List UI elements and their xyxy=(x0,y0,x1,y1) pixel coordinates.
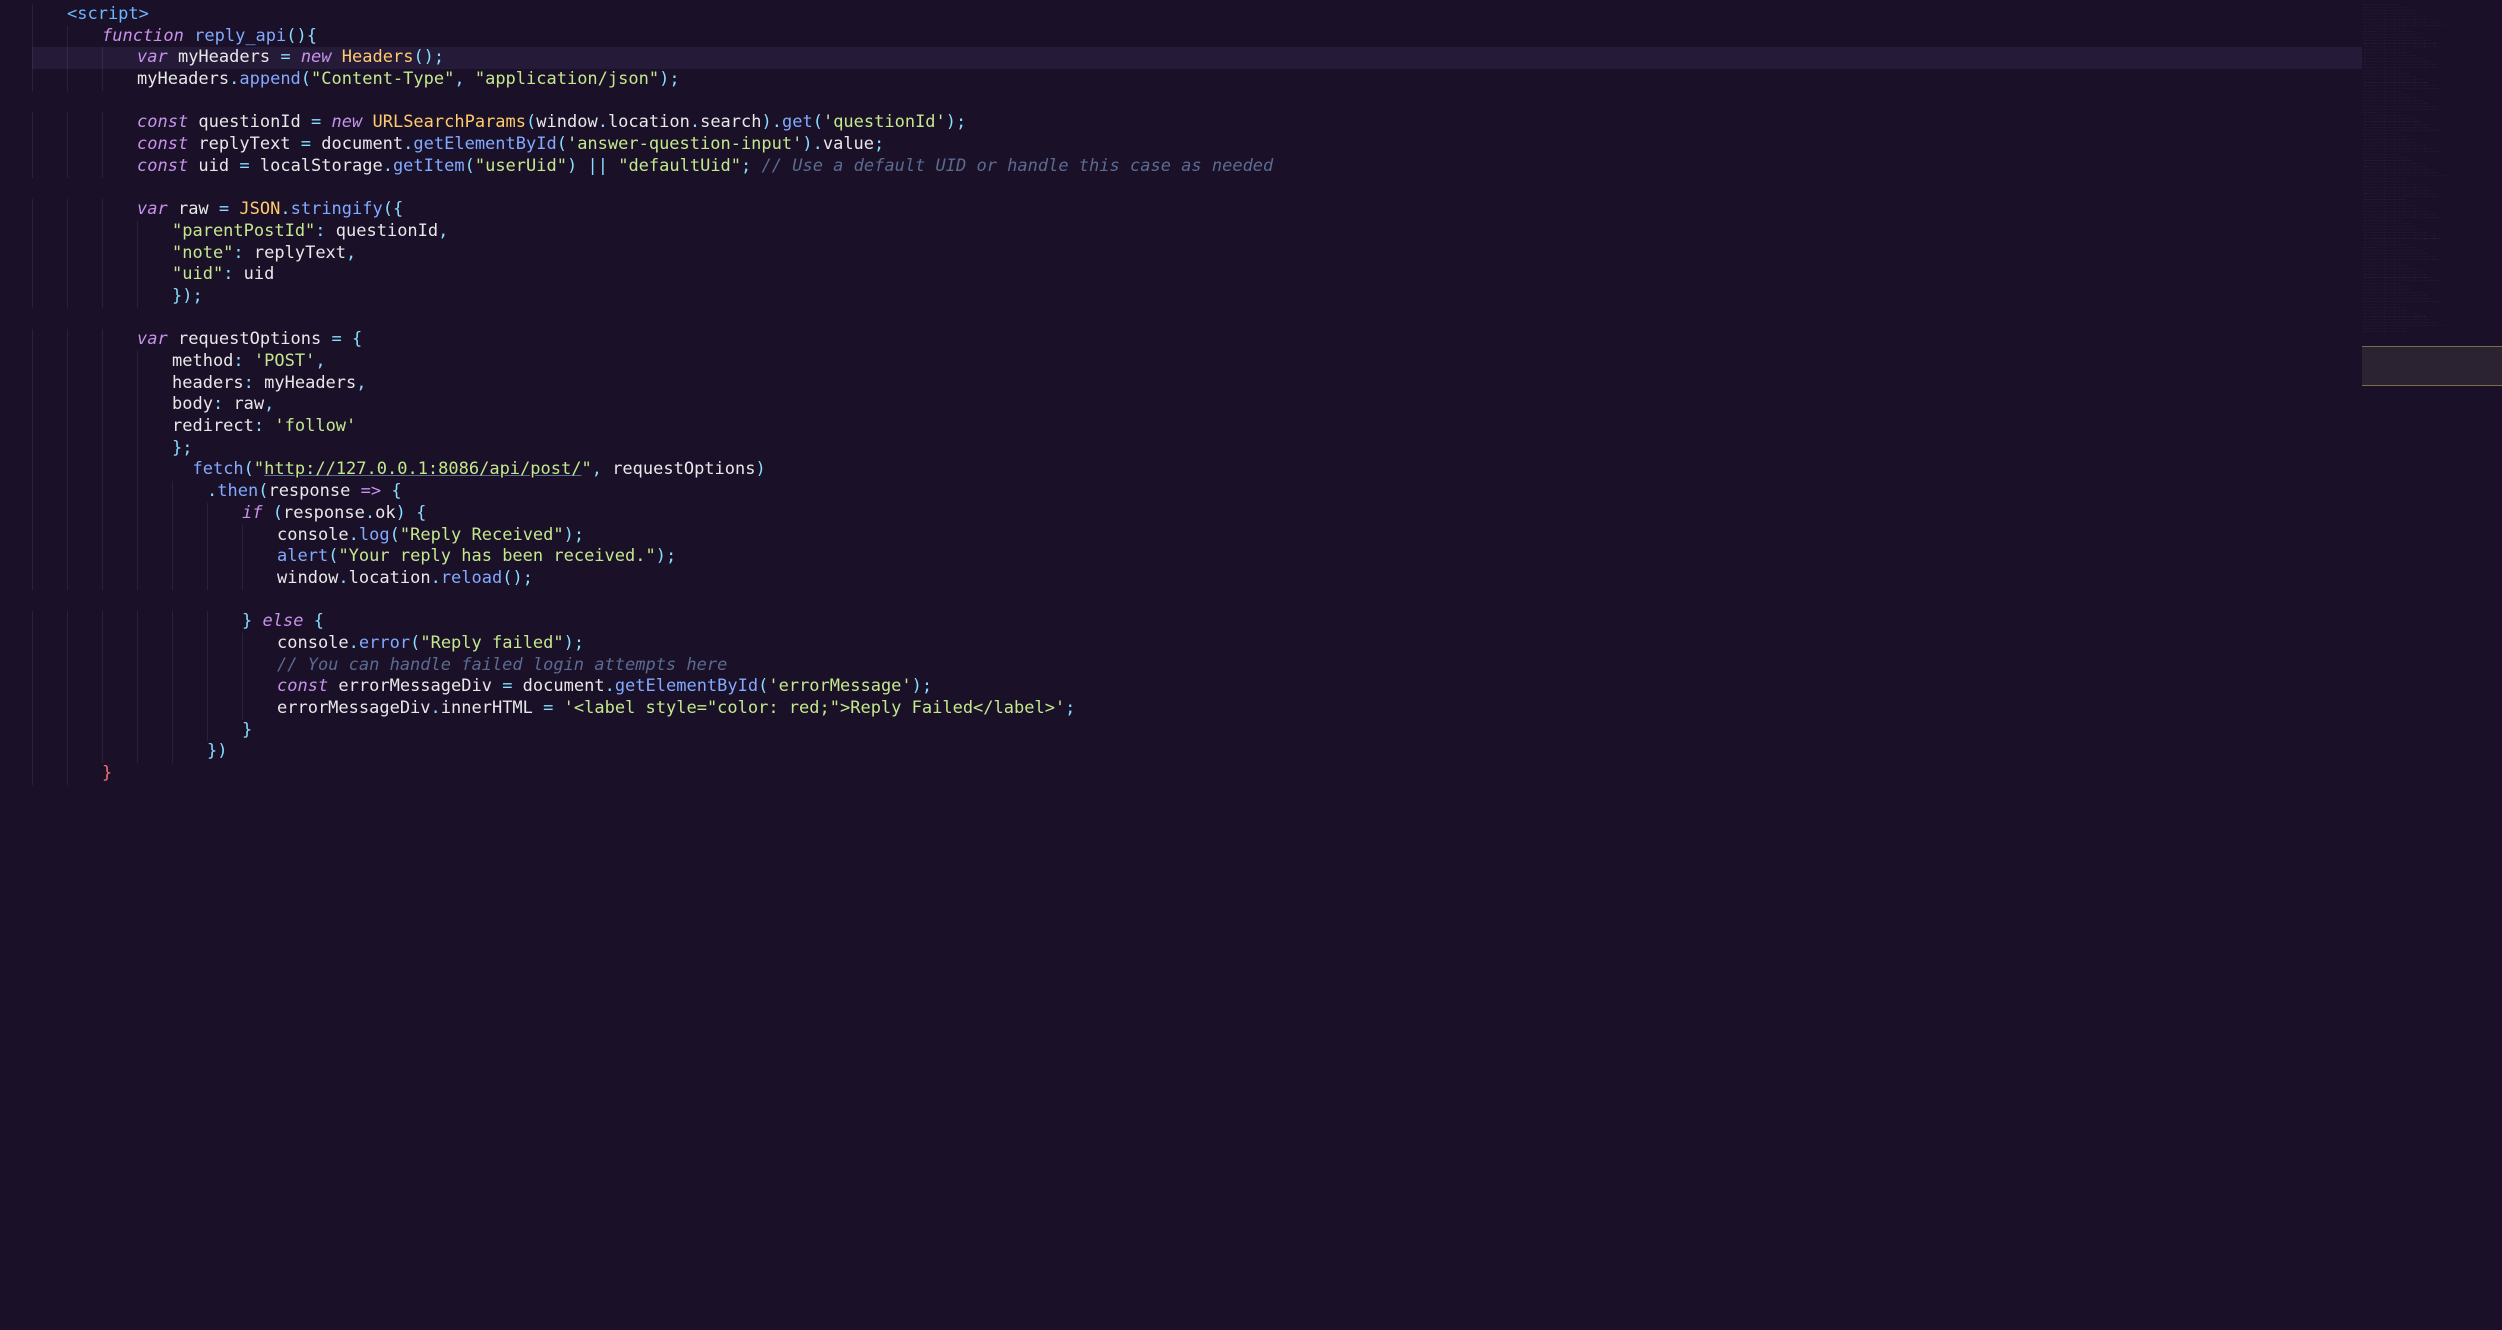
code-line[interactable]: }; xyxy=(32,438,2362,460)
code-line[interactable]: var requestOptions = { xyxy=(32,329,2362,351)
code-line[interactable]: const uid = localStorage.getItem("userUi… xyxy=(32,156,2362,178)
code-line[interactable]: const errorMessageDiv = document.getElem… xyxy=(32,676,2362,698)
code-line[interactable]: errorMessageDiv.innerHTML = '<label styl… xyxy=(32,698,2362,720)
code-line[interactable] xyxy=(32,91,2362,113)
code-line[interactable]: if (response.ok) { xyxy=(32,503,2362,525)
code-line[interactable]: }); xyxy=(32,286,2362,308)
code-line[interactable]: .then(response => { xyxy=(32,481,2362,503)
code-line[interactable]: } xyxy=(32,763,2362,785)
code-line[interactable]: const questionId = new URLSearchParams(w… xyxy=(32,112,2362,134)
code-line[interactable]: fetch("http://127.0.0.1:8086/api/post/",… xyxy=(32,459,2362,481)
code-line[interactable]: myHeaders.append("Content-Type", "applic… xyxy=(32,69,2362,91)
code-area[interactable]: <script>function reply_api(){var myHeade… xyxy=(0,4,2362,785)
code-line[interactable]: console.error("Reply failed"); xyxy=(32,633,2362,655)
code-line[interactable]: "parentPostId": questionId, xyxy=(32,221,2362,243)
code-line[interactable]: alert("Your reply has been received."); xyxy=(32,546,2362,568)
code-line[interactable]: // You can handle failed login attempts … xyxy=(32,655,2362,677)
minimap-viewport[interactable] xyxy=(2362,346,2502,386)
code-line[interactable] xyxy=(32,178,2362,200)
code-line[interactable]: "uid": uid xyxy=(32,264,2362,286)
code-line[interactable]: var raw = JSON.stringify({ xyxy=(32,199,2362,221)
code-line[interactable] xyxy=(32,590,2362,612)
code-line[interactable]: body: raw, xyxy=(32,394,2362,416)
code-line[interactable] xyxy=(32,308,2362,330)
code-line[interactable]: console.log("Reply Received"); xyxy=(32,525,2362,547)
code-line[interactable]: }) xyxy=(32,741,2362,763)
code-line[interactable]: method: 'POST', xyxy=(32,351,2362,373)
code-line[interactable]: } xyxy=(32,720,2362,742)
code-line[interactable]: headers: myHeaders, xyxy=(32,373,2362,395)
code-line[interactable]: const replyText = document.getElementByI… xyxy=(32,134,2362,156)
code-editor[interactable]: <script>function reply_api(){var myHeade… xyxy=(0,0,2362,1330)
code-line[interactable]: } else { xyxy=(32,611,2362,633)
minimap-content: |··········|··········|··········|······… xyxy=(2364,4,2500,334)
gutter xyxy=(0,0,10,1330)
code-line[interactable]: "note": replyText, xyxy=(32,243,2362,265)
code-line[interactable]: window.location.reload(); xyxy=(32,568,2362,590)
code-line[interactable]: <script> xyxy=(32,4,2362,26)
code-line[interactable]: redirect: 'follow' xyxy=(32,416,2362,438)
minimap[interactable]: |··········|··········|··········|······… xyxy=(2362,0,2502,1330)
code-line[interactable]: function reply_api(){ xyxy=(32,26,2362,48)
code-line[interactable]: var myHeaders = new Headers(); xyxy=(32,47,2362,69)
